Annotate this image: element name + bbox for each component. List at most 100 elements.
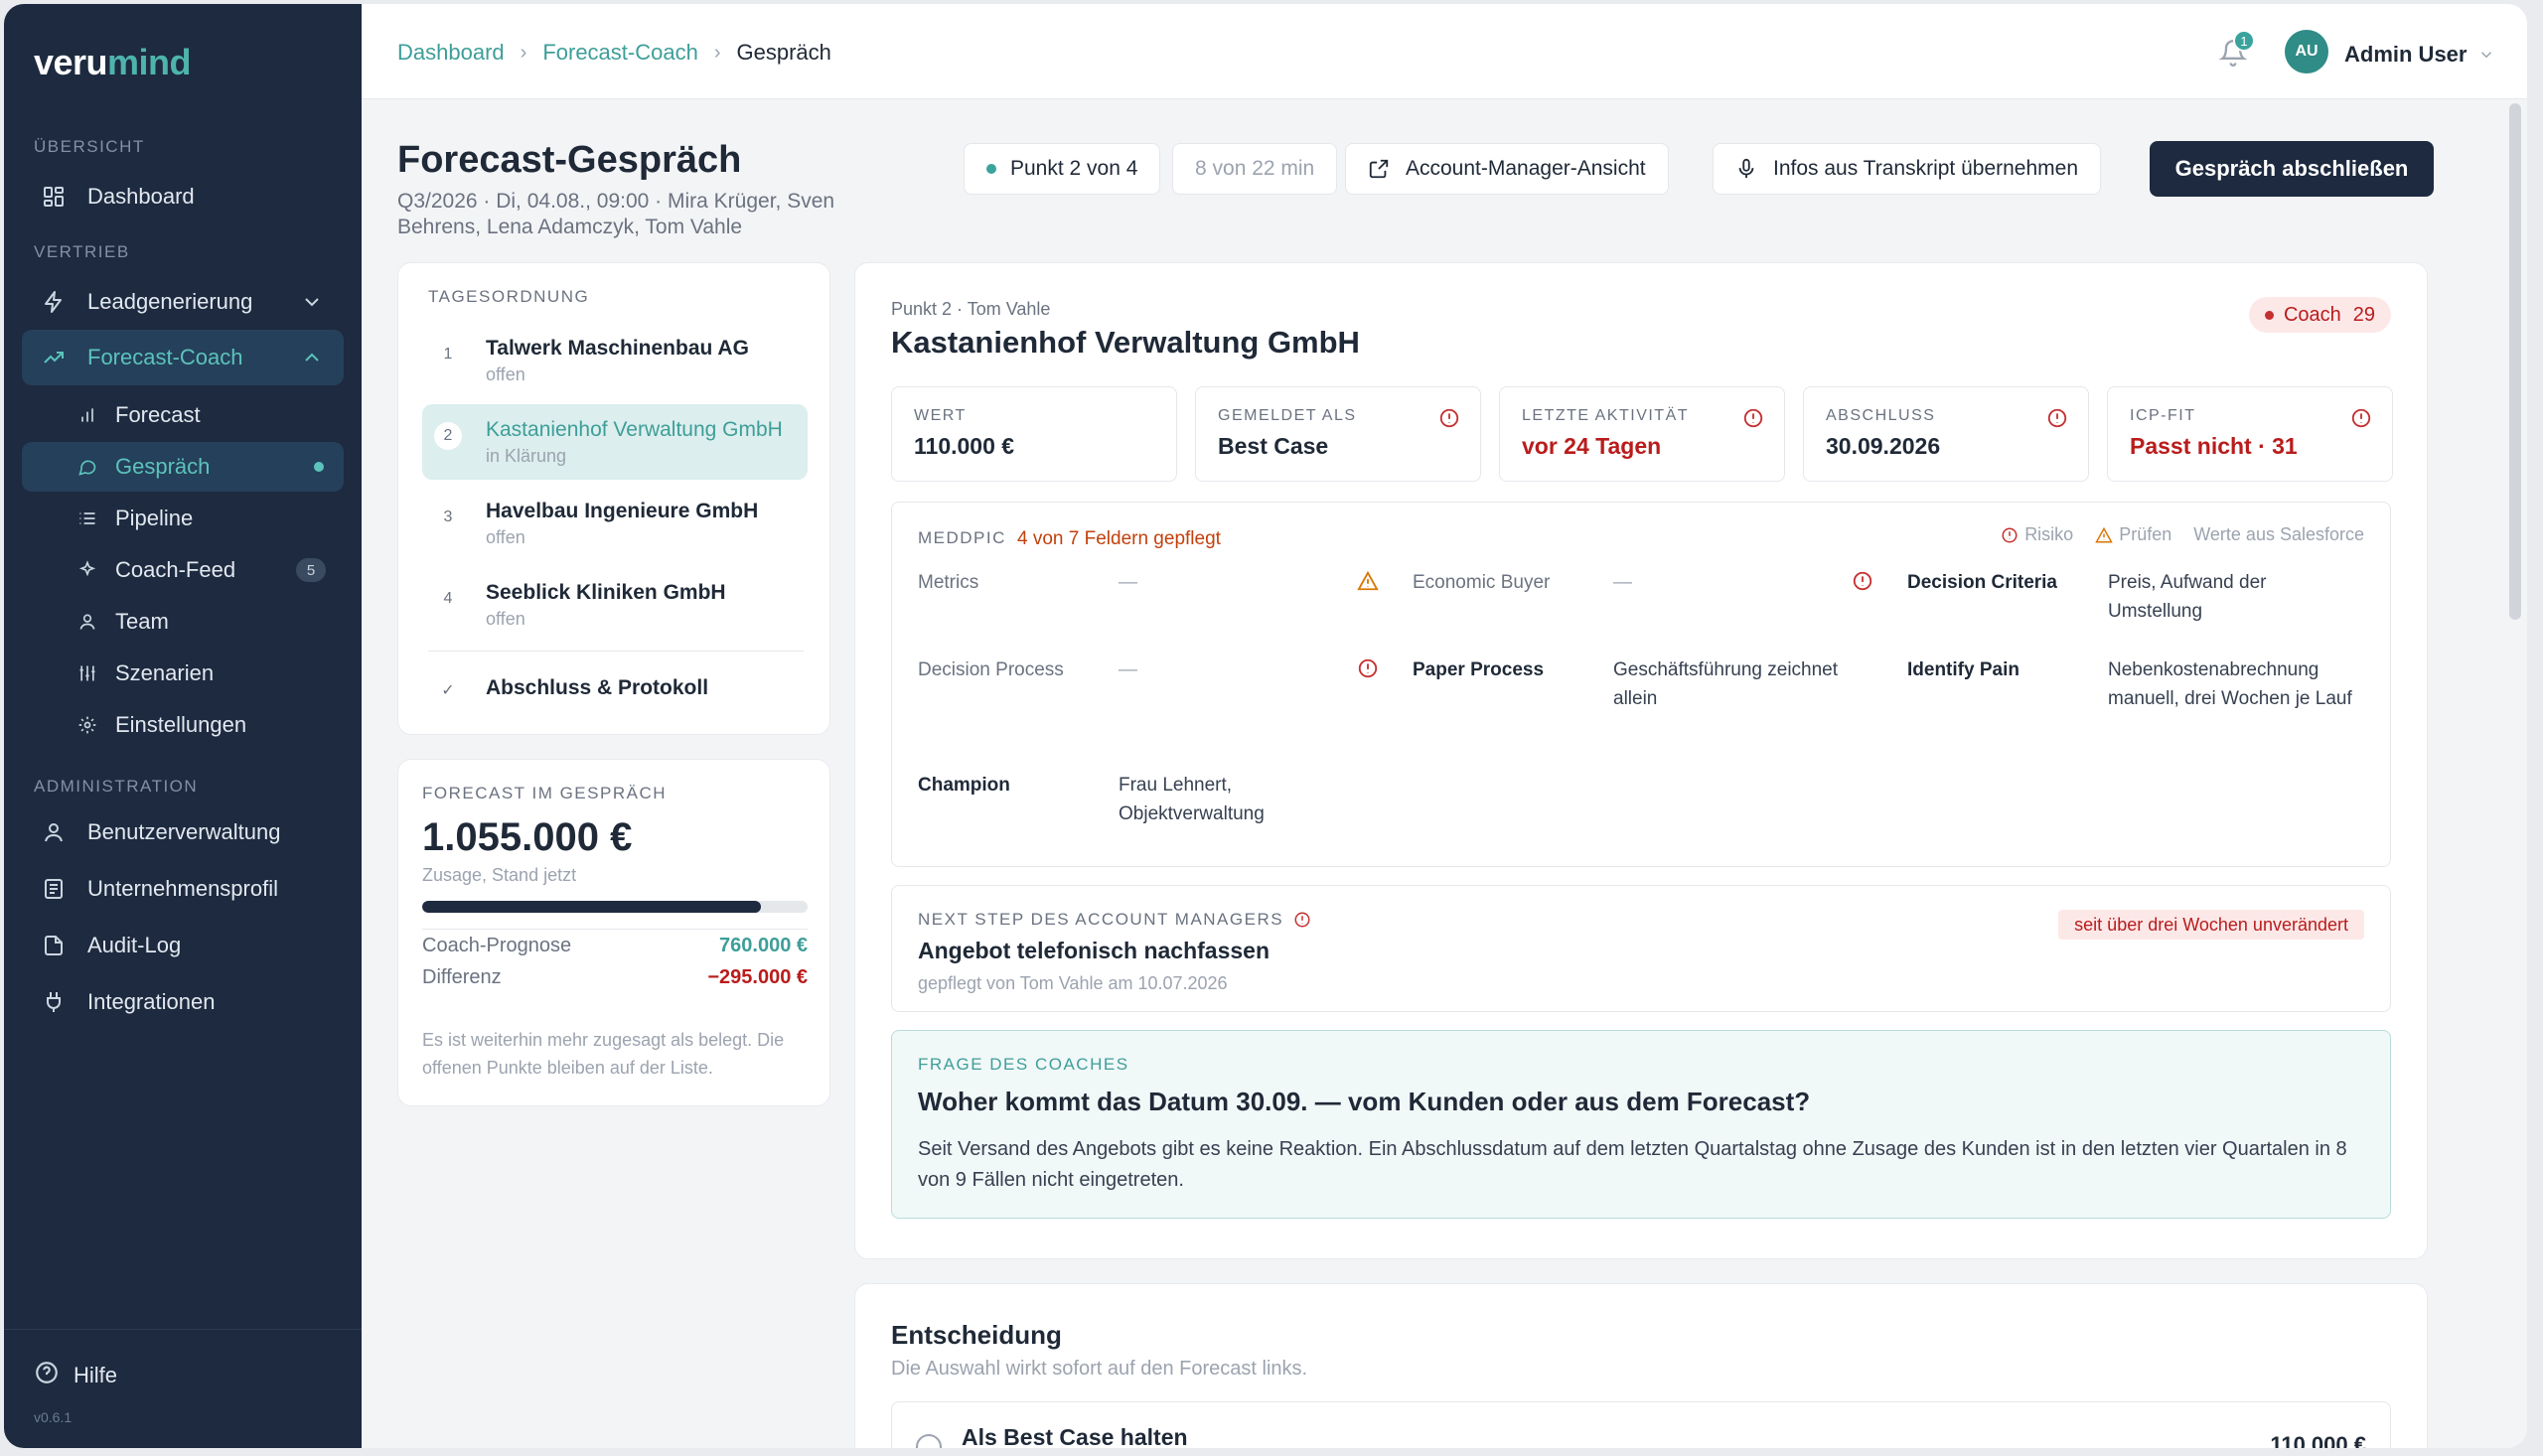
sidebar-item-scenarios[interactable]: Szenarien (22, 649, 344, 698)
chevron-down-icon[interactable] (2477, 46, 2495, 64)
sidebar-item-pipeline[interactable]: Pipeline (22, 494, 344, 543)
sparkles-icon (75, 558, 99, 582)
section-admin: ADMINISTRATION (34, 777, 199, 796)
meddpic-field-label: Economic Buyer (1413, 572, 1551, 593)
sidebar-item-forecast[interactable]: Forecast (22, 390, 344, 440)
option-amount: 110.000 € (2270, 1432, 2366, 1448)
next-step-panel: NEXT STEP DES ACCOUNT MANAGERS Angebot t… (891, 885, 2391, 1012)
alert-circle-icon (2351, 408, 2371, 428)
agenda-item[interactable]: 4 Seeblick Kliniken GmbH offen (422, 567, 808, 643)
notification-badge: 1 (2233, 30, 2255, 52)
transcript-import-button[interactable]: Infos aus Transkript übernehmen (1713, 143, 2102, 195)
agenda-item[interactable]: 1 Talwerk Maschinenbau AG offen (422, 323, 808, 398)
forecast-note: Es ist weiterhin mehr zugesagt als beleg… (422, 1030, 785, 1078)
avatar[interactable]: AU (2285, 30, 2328, 73)
sidebar-item-integrations[interactable]: Integrationen (22, 974, 344, 1030)
meddpic-field-label: Decision Process (918, 659, 1064, 680)
decision-title: Entscheidung (891, 1320, 1062, 1350)
divider (428, 651, 804, 652)
sidebar-item-dashboard[interactable]: Dashboard (22, 169, 344, 224)
account-manager-view-button[interactable]: Account-Manager-Ansicht (1345, 143, 1669, 195)
metric-reported-as: GEMELDET ALS Best Case (1195, 386, 1481, 482)
chevron-right-icon: › (713, 41, 721, 64)
scrollbar[interactable] (2509, 103, 2521, 620)
meddpic-count: 4 von 7 Feldern gepflegt (1017, 528, 1221, 549)
metric-text: Best Case (1218, 433, 1329, 459)
agenda-state: offen (486, 364, 525, 384)
warning-triangle-icon (2095, 526, 2113, 544)
gear-icon (75, 713, 99, 737)
coach-score-badge[interactable]: Coach 29 (2248, 297, 2391, 333)
meddpic-field-value[interactable]: Nebenkostenabrechnung manuell, drei Woch… (2108, 655, 2356, 713)
divider (422, 929, 808, 930)
meddpic-field-value[interactable]: — (1119, 572, 1137, 594)
metric-label: ICP-FIT (2130, 407, 2196, 424)
meddpic-field-value[interactable]: Geschäftsführung zeichnet allein (1613, 655, 1862, 713)
agenda-name: Abschluss & Protokoll (486, 676, 709, 699)
user-name[interactable]: Admin User (2344, 42, 2467, 68)
breadcrumb-dashboard[interactable]: Dashboard (397, 40, 505, 66)
meddpic-field-value[interactable]: — (1119, 659, 1137, 681)
sidebar-item-label: Integrationen (87, 989, 216, 1014)
agenda-number: 3 (443, 509, 453, 525)
logo[interactable]: verumind (34, 42, 192, 83)
chevron-right-icon: › (520, 41, 527, 64)
sidebar-item-label: Forecast-Coach (87, 345, 243, 369)
microphone-icon (1735, 158, 1757, 180)
metric-text: 30.09.2026 (1826, 433, 1941, 459)
metric-label: WERT (914, 407, 967, 424)
agenda-state: offen (486, 609, 525, 629)
sidebar-footer: Hilfe v0.6.1 (4, 1329, 362, 1448)
metric-text: vor 24 Tagen (1522, 433, 1662, 459)
page-subtitle: Q3/2026 · Di, 04.08., 09:00 · Mira Krüge… (397, 190, 835, 238)
deal-kicker: Punkt 2 · Tom Vahle (891, 299, 1051, 319)
help-label: Hilfe (74, 1363, 118, 1387)
plug-icon (40, 988, 68, 1016)
meddpic-field-value[interactable]: Preis, Aufwand der Umstellung (2108, 568, 2356, 626)
sidebar-item-lead-generation[interactable]: Leadgenerierung (22, 274, 344, 330)
sidebar-item-users[interactable]: Benutzerverwaltung (22, 804, 344, 860)
meddpic-field-label: Identify Pain (1907, 659, 2019, 680)
agenda-item[interactable]: 3 Havelbau Ingenieure GmbH offen (422, 486, 808, 561)
forecast-sub: Zusage, Stand jetzt (422, 865, 577, 885)
agenda-number: 4 (443, 590, 453, 607)
sidebar-item-team[interactable]: Team (22, 597, 344, 647)
finish-conversation-button[interactable]: Gespräch abschließen (2150, 141, 2434, 197)
meddpic-field-value[interactable]: — (1613, 572, 1632, 594)
agenda-item-closing[interactable]: ✓ Abschluss & Protokoll (422, 658, 808, 718)
alert-circle-icon (2001, 526, 2019, 544)
agenda-number: 2 (434, 422, 462, 450)
help-link[interactable]: Hilfe (34, 1360, 117, 1391)
agenda-item-active[interactable]: 2 Kastanienhof Verwaltung GmbH in Klärun… (422, 404, 808, 480)
legend-risk: Risiko (2001, 524, 2073, 545)
legend-check: Prüfen (2095, 524, 2171, 545)
meddpic-field-label: Champion (918, 775, 1010, 796)
breadcrumb-forecast-coach[interactable]: Forecast-Coach (542, 40, 698, 66)
grid-icon (40, 183, 68, 211)
radio-button[interactable] (916, 1434, 942, 1448)
sidebar-item-settings[interactable]: Einstellungen (22, 700, 344, 750)
row-value: 760.000 € (719, 935, 808, 956)
breadcrumb-current: Gespräch (736, 40, 831, 65)
legend-label: Prüfen (2119, 524, 2172, 544)
sidebar-item-label: Leadgenerierung (87, 289, 253, 314)
sidebar-item-forecast-coach[interactable]: Forecast-Coach (22, 330, 344, 385)
active-dot (314, 462, 324, 472)
sidebar-item-company[interactable]: Unternehmensprofil (22, 861, 344, 917)
sidebar-item-audit-log[interactable]: Audit-Log (22, 918, 344, 973)
alert-circle-icon (1293, 911, 1311, 929)
alert-circle-icon (2047, 408, 2067, 428)
check-icon: ✓ (441, 682, 455, 699)
sidebar-item-conversation[interactable]: Gespräch (22, 442, 344, 492)
list-icon (75, 507, 99, 530)
user-icon (40, 818, 68, 846)
bar-chart-icon (75, 403, 99, 427)
chat-bubble-icon (75, 455, 99, 479)
meddpic-field-value[interactable]: Frau Lehnert, Objektverwaltung (1119, 771, 1367, 828)
forecast-value: 1.055.000 € (422, 815, 633, 859)
decision-option[interactable]: Als Best Case halten 110.000 € (891, 1401, 2391, 1448)
meddpic-label: MEDDPIC (918, 528, 1006, 547)
sidebar-item-coach-feed[interactable]: Coach-Feed 5 (22, 545, 344, 595)
sidebar-item-label: Coach-Feed (115, 557, 236, 582)
page-title: Forecast-Gespräch (397, 139, 742, 181)
